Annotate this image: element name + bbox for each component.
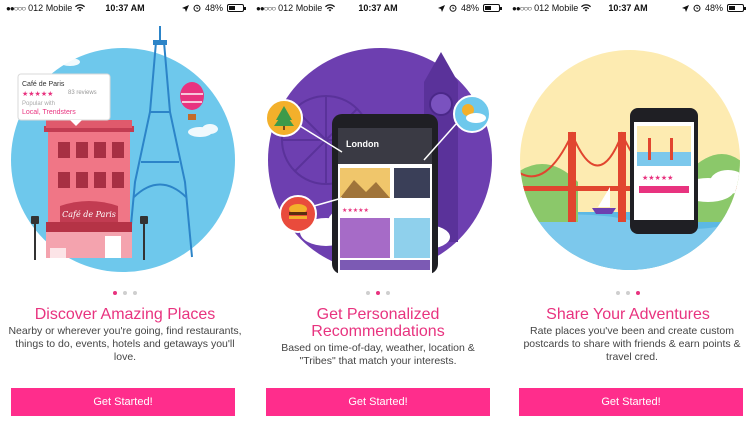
illustration-london: London ★★★★★: [265, 48, 492, 274]
illustration-golden-gate: ★★★★★: [520, 50, 740, 270]
page-indicator: [0, 291, 250, 295]
page-dot: [376, 291, 380, 295]
battery-fill: [729, 6, 735, 10]
status-bar: ●●○○○ 012 Mobile 10:37 AM 48%: [0, 0, 250, 16]
carrier-name: 012 Mobile: [28, 3, 73, 13]
shop-sign-text: Café de Paris: [62, 210, 116, 219]
screen-description: Nearby or wherever you're going, find re…: [8, 325, 242, 363]
wifi-icon: [75, 4, 86, 12]
onboarding-screen-recommendations: ●●○○○ 012 Mobile 10:37 AM 48% London ★★★…: [250, 0, 506, 429]
battery-icon: [727, 4, 746, 12]
page-dot: [366, 291, 370, 295]
battery-fill: [229, 6, 235, 10]
phone-mockup: ★★★★★: [630, 108, 698, 234]
location-arrow-icon: [681, 4, 689, 12]
onboarding-screen-share: ●●○○○ 012 Mobile 10:37 AM 48% ★★★★★ Shar…: [506, 0, 750, 429]
tribes-label: Local, Trendsters: [22, 109, 76, 116]
battery-fill: [485, 6, 491, 10]
page-dot: [636, 291, 640, 295]
illustration-paris: Café de Paris Café de Paris 83 reviews ★…: [11, 26, 235, 272]
screen-description: Rate places you've been and create custo…: [523, 325, 741, 363]
place-name: Café de Paris: [22, 81, 65, 88]
page-dot: [133, 291, 137, 295]
review-count: 83 reviews: [68, 90, 97, 96]
wifi-icon: [325, 4, 336, 12]
battery-percent: 48%: [460, 3, 479, 13]
status-bar: ●●○○○ 012 Mobile 10:37 AM 48%: [250, 0, 506, 16]
carrier-name: 012 Mobile: [278, 3, 323, 13]
page-dot: [113, 291, 117, 295]
location-arrow-icon: [437, 4, 445, 12]
screen-description: Based on time-of-day, weather, location …: [281, 342, 475, 367]
alarm-icon: [449, 4, 457, 12]
battery-icon: [483, 4, 502, 12]
svg-text:★★★★★: ★★★★★: [342, 207, 369, 214]
battery-percent: 48%: [204, 3, 223, 13]
signal-strength: ●●○○○: [256, 3, 276, 13]
page-indicator: [250, 291, 506, 295]
page-dot: [386, 291, 390, 295]
phone-city-label: London: [346, 139, 379, 149]
carrier-name: 012 Mobile: [534, 3, 579, 13]
location-arrow-icon: [181, 4, 189, 12]
screen-title: Discover Amazing Places: [34, 306, 216, 323]
alarm-icon: [693, 4, 701, 12]
screen-title: Share Your Adventures: [546, 306, 710, 323]
page-dot: [123, 291, 127, 295]
screen-title: Get Personalized Recommendations: [311, 306, 445, 340]
get-started-button[interactable]: Get Started!: [266, 388, 490, 416]
signal-strength: ●●○○○: [512, 3, 532, 13]
battery-percent: 48%: [704, 3, 723, 13]
place-card: Café de Paris 83 reviews ★★★★★ Popular w…: [17, 73, 111, 126]
wifi-icon: [581, 4, 592, 12]
svg-text:★★★★★: ★★★★★: [642, 174, 673, 182]
battery-icon: [227, 4, 246, 12]
page-indicator: [506, 291, 750, 295]
alarm-icon: [193, 4, 201, 12]
star-rating: ★★★★★: [22, 90, 53, 98]
phone-mockup: London ★★★★★: [332, 114, 438, 274]
get-started-button[interactable]: Get Started!: [11, 388, 235, 416]
popular-with-label: Popular with: [22, 101, 55, 107]
signal-strength: ●●○○○: [6, 3, 26, 13]
page-dot: [616, 291, 620, 295]
status-bar: ●●○○○ 012 Mobile 10:37 AM 48%: [506, 0, 750, 16]
page-dot: [626, 291, 630, 295]
get-started-button[interactable]: Get Started!: [519, 388, 743, 416]
onboarding-screen-discover: ●●○○○ 012 Mobile 10:37 AM 48% Café de Pa…: [0, 0, 250, 429]
